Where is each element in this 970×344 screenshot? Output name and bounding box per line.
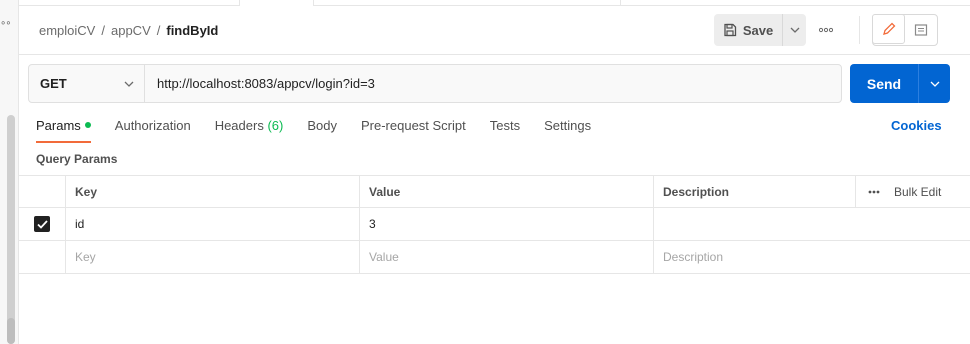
tab-label: Pre-request Script <box>360 118 466 133</box>
tab-settings[interactable]: Settings <box>544 118 591 142</box>
document-icon <box>914 24 927 36</box>
view-mode-toggle <box>872 14 938 46</box>
save-label: Save <box>742 22 774 38</box>
row-check-cell <box>19 208 65 240</box>
sidebar-scrollbar-thumb[interactable] <box>7 318 15 344</box>
sidebar-scrollbar[interactable] <box>7 115 15 344</box>
breadcrumb-collection[interactable]: emploiCV <box>39 23 95 38</box>
save-button[interactable]: Save <box>714 14 782 46</box>
param-key-input[interactable]: id <box>65 208 359 240</box>
breadcrumb-request[interactable]: findById <box>166 23 218 38</box>
edit-mode-button[interactable] <box>872 14 905 44</box>
save-options-button[interactable] <box>782 14 806 46</box>
method-label: GET <box>40 76 67 91</box>
url-bar: GET http://localhost:8083/appcv/login?id… <box>28 64 842 103</box>
query-params-title: Query Params <box>36 152 118 166</box>
tab-params[interactable]: Params <box>36 118 91 143</box>
tab-label: Headers <box>214 118 264 133</box>
request-tabs: Params Authorization Headers (6) Body Pr… <box>36 118 615 143</box>
column-header-description: Description <box>653 176 855 208</box>
tab-tests[interactable]: Tests <box>490 118 520 142</box>
breadcrumb: emploiCV / appCV / findById <box>39 23 219 38</box>
chevron-down-icon <box>790 27 799 33</box>
tab-label: Authorization <box>114 118 191 133</box>
column-header-value: Value <box>359 176 654 208</box>
tab-label: Settings <box>544 118 592 133</box>
table-header-row: Key Value Description Bulk Edit <box>19 175 970 208</box>
more-options-icon[interactable] <box>818 22 834 36</box>
breadcrumb-folder[interactable]: appCV <box>111 23 151 38</box>
header-check-cell <box>19 176 65 208</box>
param-value-input[interactable]: 3 <box>359 208 654 240</box>
tab-label: Params <box>36 118 81 133</box>
tab-pre-request-script[interactable]: Pre-request Script <box>361 118 466 142</box>
save-group: Save <box>714 14 806 46</box>
params-active-dot <box>84 122 91 128</box>
row-check-cell <box>19 241 65 273</box>
send-group: Send <box>850 64 950 103</box>
method-select[interactable]: GET <box>29 65 145 102</box>
tab-label: Body <box>307 118 337 133</box>
tab-body[interactable]: Body <box>307 118 337 142</box>
table-row: id 3 <box>19 208 970 241</box>
bulk-edit-cell: Bulk Edit <box>855 176 970 208</box>
table-row-empty: Key Value Description <box>19 241 970 274</box>
request-header: emploiCV / appCV / findById Save <box>19 6 970 55</box>
sidebar-more-icon[interactable]: ∘∘ <box>0 18 11 29</box>
param-checkbox[interactable] <box>34 216 50 232</box>
tab-authorization[interactable]: Authorization <box>115 118 191 142</box>
new-description-input[interactable]: Description <box>653 241 855 273</box>
chevron-down-icon <box>930 81 939 87</box>
url-input[interactable]: http://localhost:8083/appcv/login?id=3 <box>145 65 375 102</box>
new-value-input[interactable]: Value <box>359 241 654 273</box>
pencil-icon <box>882 22 895 35</box>
tab-headers[interactable]: Headers (6) <box>215 118 284 142</box>
headers-count: (6) <box>267 118 284 133</box>
send-button[interactable]: Send <box>850 64 918 103</box>
query-params-table: Key Value Description Bulk Edit id 3 Key… <box>19 175 970 274</box>
save-icon <box>724 23 736 37</box>
divider <box>859 16 860 44</box>
checkmark-icon <box>36 219 48 229</box>
more-horizontal-icon[interactable] <box>868 190 880 194</box>
param-description-input[interactable] <box>653 208 855 240</box>
new-key-input[interactable]: Key <box>65 241 359 273</box>
chevron-down-icon <box>124 81 134 87</box>
tab-label: Tests <box>489 118 521 133</box>
sidebar-edge: ∘∘ <box>0 0 19 344</box>
bulk-edit-link[interactable]: Bulk Edit <box>894 185 941 199</box>
column-header-key: Key <box>65 176 359 208</box>
cookies-link[interactable]: Cookies <box>891 118 942 133</box>
send-options-button[interactable] <box>918 64 950 103</box>
documentation-button[interactable] <box>904 15 937 45</box>
